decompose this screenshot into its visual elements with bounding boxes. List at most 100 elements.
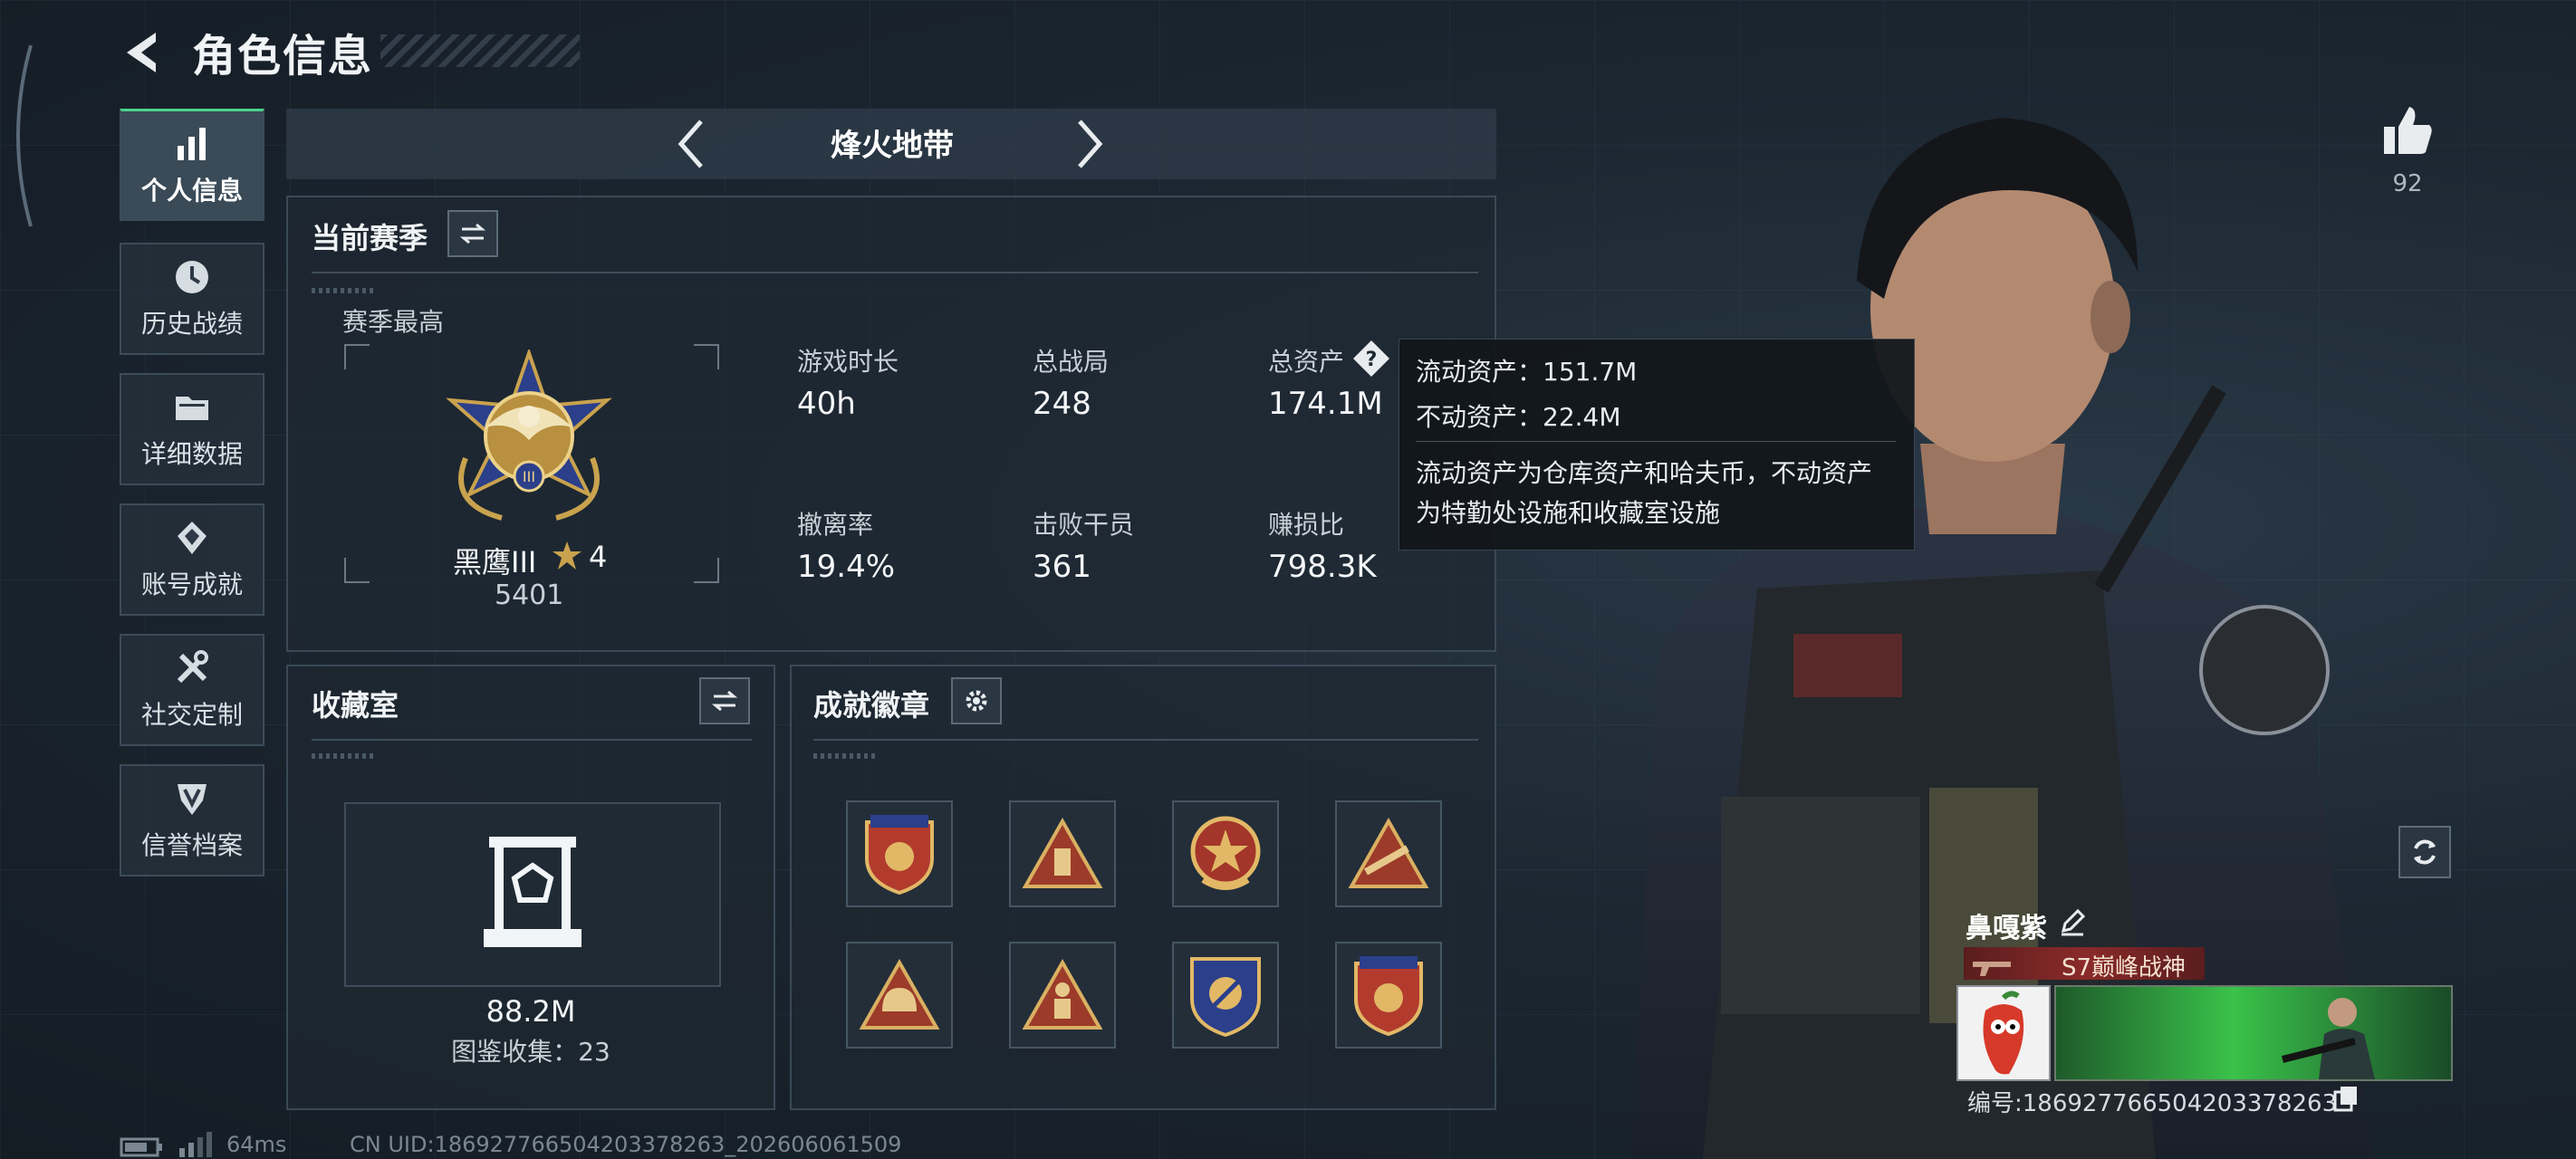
- rank-stars: 4: [589, 540, 608, 574]
- collection-display[interactable]: [344, 802, 721, 987]
- tooltip-liquid-assets: 流动资产：151.7M: [1416, 357, 1638, 387]
- swap-icon: [711, 690, 738, 712]
- player-avatar[interactable]: [1956, 985, 2051, 1081]
- sidebar-item-label: 个人信息: [140, 175, 243, 206]
- ping: 64ms: [226, 1132, 287, 1157]
- uid-text: CN UID:18692776650420337826​3_2026060615…: [350, 1132, 902, 1157]
- divider: [312, 272, 1478, 273]
- player-id: 编号:1869277665042033782​63: [1967, 1090, 2338, 1117]
- collection-value: 88.2M: [485, 994, 576, 1029]
- badge-slot[interactable]: [1335, 942, 1442, 1049]
- season-panel-title: 当前赛季: [312, 221, 428, 255]
- badge-crest-icon: [1190, 957, 1261, 1037]
- frame-corner: [344, 558, 370, 583]
- asset-tooltip: 流动资产：151.7M 不动资产：22.4M 流动资产为仓库资产和哈夫币，不动资…: [1399, 339, 1915, 551]
- tooltip-fixed-assets: 不动资产：22.4M: [1416, 402, 1621, 432]
- stat-value: 19.4%: [797, 549, 896, 585]
- sidebar-item-label: 历史战绩: [140, 309, 243, 339]
- badge-slot[interactable]: [846, 800, 953, 907]
- sidebar-item-label: 信誉档案: [140, 830, 243, 860]
- display-case-icon: [484, 837, 582, 947]
- sidebar-item-personal-info[interactable]: 个人信息: [120, 109, 264, 221]
- decor-dots: [312, 288, 375, 293]
- collection-switch-button[interactable]: [699, 677, 750, 724]
- badge-slot[interactable]: [1172, 800, 1279, 907]
- page-title: 角色信息: [192, 31, 374, 81]
- next-mode-arrow-icon[interactable]: [1074, 118, 1107, 170]
- stat-value: 798.3K: [1268, 549, 1377, 585]
- soldier-banner-image: [2282, 998, 2375, 1079]
- badge-red-shield-2-icon: [1354, 956, 1423, 1036]
- sidebar-item-label: 社交定制: [140, 700, 243, 730]
- frame-corner: [694, 558, 719, 583]
- folder-icon: [176, 397, 208, 420]
- sidebar-item-label: 账号成就: [140, 570, 243, 599]
- swap-icon: [459, 223, 486, 244]
- prev-mode-arrow-icon[interactable]: [674, 118, 706, 170]
- rotate-model-button[interactable]: [2398, 826, 2451, 878]
- collection-count: 图鉴收集：23: [451, 1037, 610, 1067]
- achievement-icon: [178, 522, 207, 554]
- divider: [813, 739, 1478, 741]
- copy-icon[interactable]: [2333, 1085, 2360, 1112]
- divider: [312, 739, 752, 741]
- signal-icon: [179, 1132, 212, 1157]
- stat-label: 游戏时长: [797, 347, 899, 377]
- stat-label: 击败干员: [1033, 510, 1135, 540]
- tooltip-desc-line2: 为特勤处设施和收藏室设施: [1416, 498, 1721, 528]
- badge-tent-icon: [1022, 818, 1103, 888]
- stat-value: 248: [1033, 386, 1091, 422]
- stat-label: 赚损比: [1268, 510, 1345, 540]
- back-arrow-icon[interactable]: [120, 27, 167, 78]
- frame-corner: [694, 344, 719, 369]
- rank-name: 黑鹰III: [453, 545, 537, 580]
- clock-icon: [176, 261, 208, 293]
- decor-dots: [813, 753, 877, 759]
- star-icon: [553, 541, 582, 570]
- rank-score: 5401: [495, 580, 564, 611]
- sidebar-item-detail-data[interactable]: 详细数据: [120, 373, 264, 485]
- sidebar-item-achievements[interactable]: 账号成就: [120, 503, 264, 616]
- badge-slot[interactable]: [846, 942, 953, 1049]
- rank-medal-icon: III: [446, 350, 612, 521]
- sidebar-item-credit-file[interactable]: 信誉档案: [120, 764, 264, 876]
- sidebar-item-label: 详细数据: [140, 439, 243, 469]
- stat-value: 361: [1033, 549, 1091, 585]
- decor-arc: [16, 44, 33, 227]
- badge-slot[interactable]: [1335, 800, 1442, 907]
- shield-emblem-icon: [178, 784, 207, 815]
- badge-slot[interactable]: [1172, 942, 1279, 1049]
- sidebar-item-history[interactable]: 历史战绩: [120, 243, 264, 355]
- bar-chart-icon: [178, 127, 206, 160]
- tooltip-divider: [1416, 441, 1896, 442]
- badge-rifle-icon: [1348, 818, 1429, 888]
- sidebar-item-social-custom[interactable]: 社交定制: [120, 634, 264, 746]
- title-decor: [380, 34, 580, 67]
- badge-red-shield-icon: [865, 815, 934, 895]
- badges-settings-button[interactable]: [951, 677, 1002, 724]
- stat-label: 撤离率: [797, 510, 874, 540]
- badge-helmet-icon: [859, 959, 940, 1030]
- help-icon[interactable]: ?: [1351, 339, 1391, 378]
- badges-panel-title: 成就徽章: [813, 688, 930, 723]
- edit-pencil-icon[interactable]: [2058, 907, 2087, 936]
- player-banner[interactable]: [2054, 985, 2453, 1081]
- collection-panel-title: 收藏室: [312, 688, 399, 723]
- like-count: 92: [2392, 170, 2423, 197]
- stat-value: 174.1M: [1268, 386, 1383, 422]
- season-best-label: 赛季最高: [342, 307, 445, 337]
- badge-slot[interactable]: [1009, 942, 1116, 1049]
- refresh-icon: [2414, 839, 2436, 865]
- stat-label: 总资产: [1268, 347, 1345, 377]
- gear-icon: [966, 690, 987, 712]
- svg-text:III: III: [523, 468, 535, 485]
- season-switch-button[interactable]: [447, 210, 498, 257]
- title-gun-icon: [1973, 962, 2011, 976]
- player-title: S7巅峰战神: [2062, 954, 2187, 982]
- thumbs-up-icon[interactable]: [2380, 103, 2435, 158]
- frame-corner: [344, 344, 370, 369]
- battery-icon: [120, 1137, 162, 1157]
- badge-slot[interactable]: [1009, 800, 1116, 907]
- badge-soldier-icon: [1022, 959, 1103, 1030]
- decor-dots: [312, 753, 375, 759]
